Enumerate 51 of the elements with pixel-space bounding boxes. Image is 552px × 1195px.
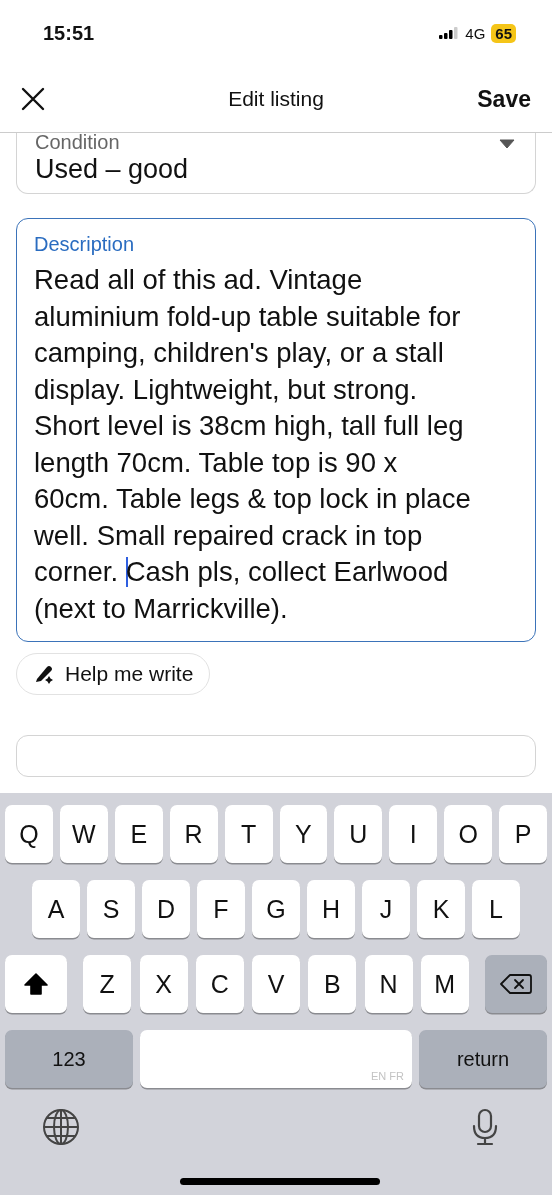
condition-dropdown[interactable]: Condition Used – good: [16, 133, 536, 194]
letter-key[interactable]: R: [169, 805, 218, 863]
letter-key[interactable]: H: [307, 880, 355, 938]
letter-key[interactable]: Y: [279, 805, 328, 863]
close-button[interactable]: [21, 87, 45, 111]
letter-key[interactable]: C: [195, 955, 244, 1013]
save-button[interactable]: Save: [477, 85, 531, 113]
letter-key[interactable]: V: [252, 955, 300, 1013]
letter-key[interactable]: A: [32, 880, 80, 938]
field-label: Description: [34, 233, 135, 256]
close-icon: [21, 87, 45, 111]
letter-key[interactable]: P: [499, 805, 548, 863]
letter-key[interactable]: G: [252, 880, 300, 938]
battery-level: 65: [491, 23, 516, 43]
letter-key[interactable]: J: [362, 880, 410, 938]
dropdown-caret-icon: [499, 139, 515, 149]
letter-key[interactable]: F: [197, 880, 245, 938]
help-me-write-button[interactable]: Help me write: [16, 653, 211, 695]
letter-key[interactable]: M: [420, 955, 469, 1013]
description-field[interactable]: [16, 218, 536, 642]
shift-arrow-icon: [24, 973, 48, 995]
letter-key[interactable]: Q: [4, 805, 53, 863]
field-label: Condition: [35, 133, 121, 154]
shift-key[interactable]: [5, 955, 67, 1013]
letter-key[interactable]: L: [472, 880, 520, 938]
microphone-icon[interactable]: [472, 1108, 498, 1146]
backspace-key[interactable]: [485, 955, 547, 1013]
letter-key[interactable]: K: [417, 880, 465, 938]
letter-key[interactable]: O: [444, 805, 493, 863]
signal-icon: [439, 27, 460, 39]
page-title: Edit listing: [227, 87, 325, 111]
backspace-icon: [500, 973, 532, 995]
letter-key[interactable]: Z: [83, 955, 132, 1013]
letter-key[interactable]: N: [364, 955, 413, 1013]
letter-key[interactable]: W: [59, 805, 108, 863]
letter-key[interactable]: X: [139, 955, 188, 1013]
return-key[interactable]: return: [419, 1030, 547, 1088]
letter-key[interactable]: U: [334, 805, 383, 863]
text-field[interactable]: [16, 735, 536, 777]
letter-key[interactable]: D: [142, 880, 190, 938]
field-value: Used – good: [35, 154, 189, 185]
status-time: 15:51: [43, 21, 95, 45]
network-label: 4G: [465, 24, 486, 42]
pen-sparkle-icon: [33, 663, 55, 685]
letter-key[interactable]: E: [114, 805, 163, 863]
letter-key[interactable]: S: [87, 880, 135, 938]
letter-key[interactable]: I: [389, 805, 438, 863]
letter-key[interactable]: T: [224, 805, 273, 863]
globe-icon[interactable]: [42, 1108, 80, 1146]
numbers-key[interactable]: 123: [5, 1030, 133, 1088]
letter-key[interactable]: B: [308, 955, 357, 1013]
